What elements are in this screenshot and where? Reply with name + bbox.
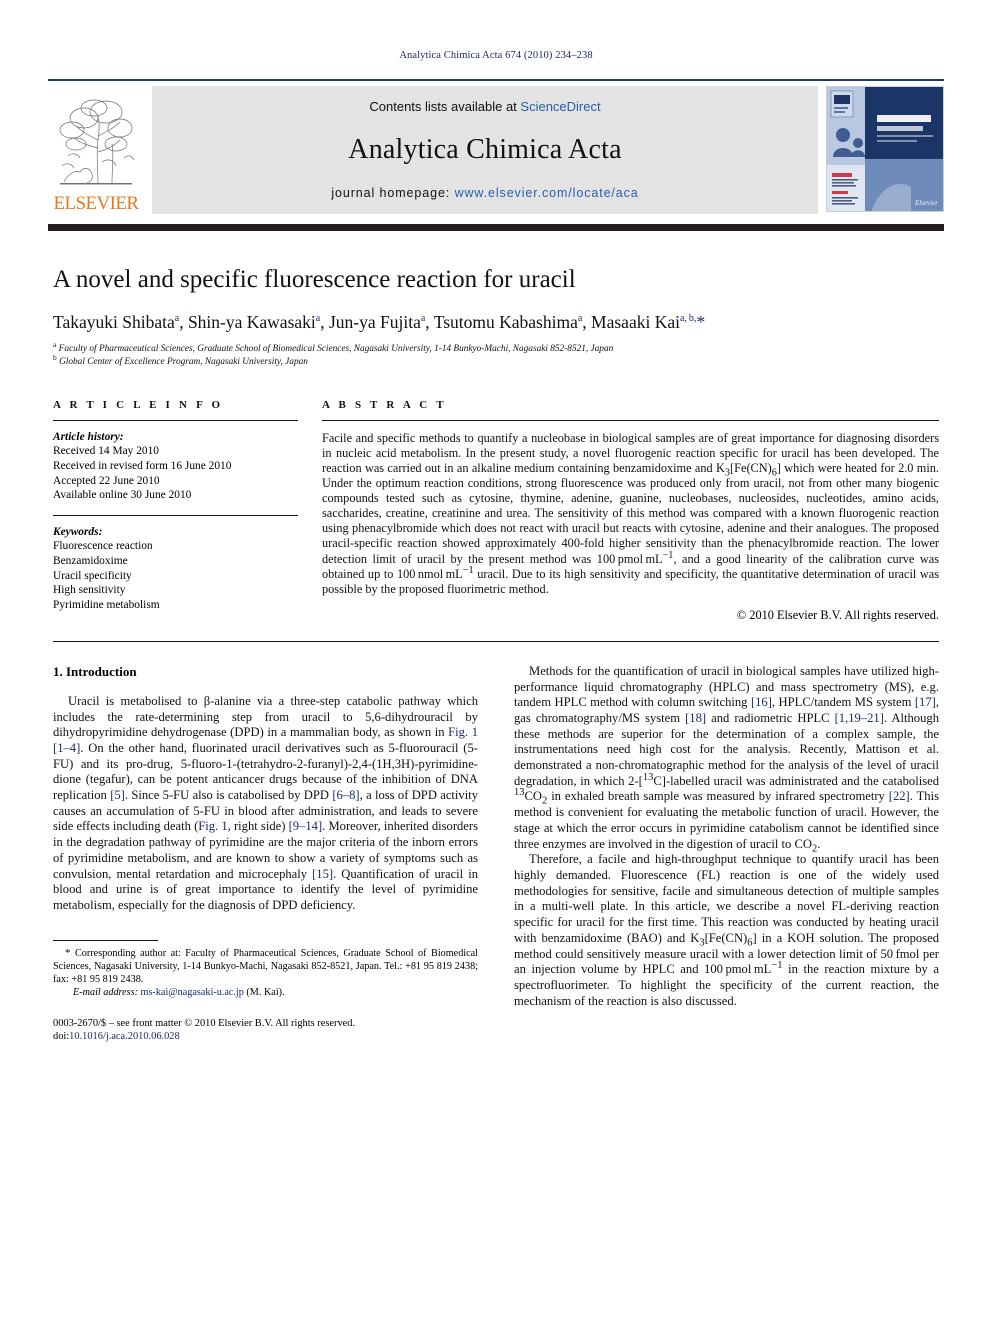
- body-column-left: 1. Introduction Uracil is metabolised to…: [53, 664, 478, 1044]
- homepage-prefix: journal homepage:: [331, 186, 455, 200]
- article-history-label: Article history:: [53, 430, 124, 443]
- intro-paragraph: Methods for the quantification of uracil…: [514, 663, 939, 855]
- history-item: Accepted 22 June 2010: [53, 474, 160, 487]
- contents-prefix: Contents lists available at: [369, 99, 521, 114]
- issn-and-doi-block: 0003-2670/$ – see front matter © 2010 El…: [53, 1017, 478, 1044]
- elsevier-tree-icon: [54, 96, 138, 194]
- elsevier-wordmark: ELSEVIER: [53, 193, 140, 214]
- affiliation-b-text: Global Center of Excellence Program, Nag…: [59, 357, 308, 368]
- affiliation-b: b Global Center of Excellence Program, N…: [53, 353, 308, 368]
- intro-paragraph: Therefore, a facile and high-throughput …: [514, 852, 939, 1008]
- email-owner: (M. Kai).: [246, 986, 285, 998]
- email-line: E-mail address: ms-kai@nagasaki-u.ac.jp …: [53, 986, 478, 999]
- info-and-abstract: A R T I C L E I N F O Article history: R…: [53, 399, 939, 623]
- corresponding-author-footnote: * Corresponding author at: Faculty of Ph…: [53, 939, 478, 999]
- sciencedirect-link[interactable]: ScienceDirect: [520, 99, 600, 114]
- doi-line: doi:10.1016/j.aca.2010.06.028: [53, 1030, 478, 1044]
- corresponding-author-text: * Corresponding author at: Faculty of Ph…: [53, 946, 478, 985]
- journal-masthead: ELSEVIER Contents lists available at Sci…: [48, 79, 944, 214]
- running-head: Analytica Chimica Acta 674 (2010) 234–23…: [399, 50, 593, 61]
- abstract-heading: A B S T R A C T: [322, 398, 447, 411]
- email-label: E-mail address:: [73, 986, 138, 998]
- keyword-item: Benzamidoxime: [53, 554, 128, 567]
- issn-line: 0003-2670/$ – see front matter © 2010 El…: [53, 1017, 356, 1029]
- body-column-right: Methods for the quantification of uracil…: [514, 664, 939, 1044]
- history-item: Received in revised form 16 June 2010: [53, 460, 232, 472]
- article-info-heading: A R T I C L E I N F O: [53, 398, 224, 411]
- contents-available-line: Contents lists available at ScienceDirec…: [369, 99, 600, 114]
- abstract-copyright: © 2010 Elsevier B.V. All rights reserved…: [736, 607, 939, 622]
- intro-paragraph: Uracil is metabolised to β-alanine via a…: [53, 693, 479, 912]
- author-list: Takayuki Shibataa, Shin-ya Kawasakia, Ju…: [53, 312, 706, 332]
- keyword-item: Pyrimidine metabolism: [53, 598, 160, 611]
- doi-prefix: doi:: [53, 1031, 70, 1043]
- doi-link[interactable]: 10.1016/j.aca.2010.06.028: [69, 1031, 180, 1042]
- keywords-label: Keywords:: [53, 525, 103, 538]
- article-body: 1. Introduction Uracil is metabolised to…: [53, 664, 939, 1044]
- email-address-link[interactable]: ms-kai@nagasaki-u.ac.jp: [141, 987, 244, 998]
- history-item: Available online 30 June 2010: [53, 489, 192, 502]
- journal-title: Analytica Chimica Acta: [348, 134, 622, 165]
- title-block: A novel and specific fluorescence reacti…: [53, 265, 939, 369]
- affiliation-a: a Faculty of Pharmaceutical Sciences, Gr…: [53, 339, 614, 354]
- article-history-group: Article history: Received 14 May 2010 Re…: [53, 430, 298, 503]
- keywords-group: Keywords: Fluorescence reaction Benzamid…: [53, 514, 298, 613]
- body-separator-rule: [53, 640, 939, 642]
- article-info-rule: [53, 419, 298, 421]
- article-info-column: A R T I C L E I N F O Article history: R…: [53, 399, 298, 623]
- history-item: Received 14 May 2010: [53, 445, 159, 458]
- keyword-item: Fluorescence reaction: [53, 540, 153, 553]
- affiliation-a-text: Faculty of Pharmaceutical Sciences, Grad…: [58, 344, 614, 354]
- article-title: A novel and specific fluorescence reacti…: [53, 266, 576, 293]
- journal-cover-thumbnail: Elsevier: [826, 86, 944, 212]
- keyword-item: High sensitivity: [53, 584, 126, 597]
- section-title-introduction: 1. Introduction: [53, 663, 137, 679]
- keyword-item: Uracil specificity: [53, 569, 132, 582]
- footnote-rule: [53, 939, 158, 941]
- journal-homepage-line: journal homepage: www.elsevier.com/locat…: [331, 186, 638, 200]
- journal-homepage-link[interactable]: www.elsevier.com/locate/aca: [455, 186, 639, 200]
- journal-article-page: Analytica Chimica Acta 674 (2010) 234–23…: [0, 0, 992, 1323]
- abstract-column: A B S T R A C T Facile and specific meth…: [322, 399, 939, 623]
- masthead-center-band: Contents lists available at ScienceDirec…: [152, 86, 818, 214]
- abstract-body: Facile and specific methods to quantify …: [322, 430, 939, 596]
- abstract-rule: [322, 419, 939, 421]
- svg-text:Elsevier: Elsevier: [914, 199, 938, 207]
- elsevier-logo: ELSEVIER: [48, 86, 144, 214]
- masthead-black-bar: [48, 224, 944, 231]
